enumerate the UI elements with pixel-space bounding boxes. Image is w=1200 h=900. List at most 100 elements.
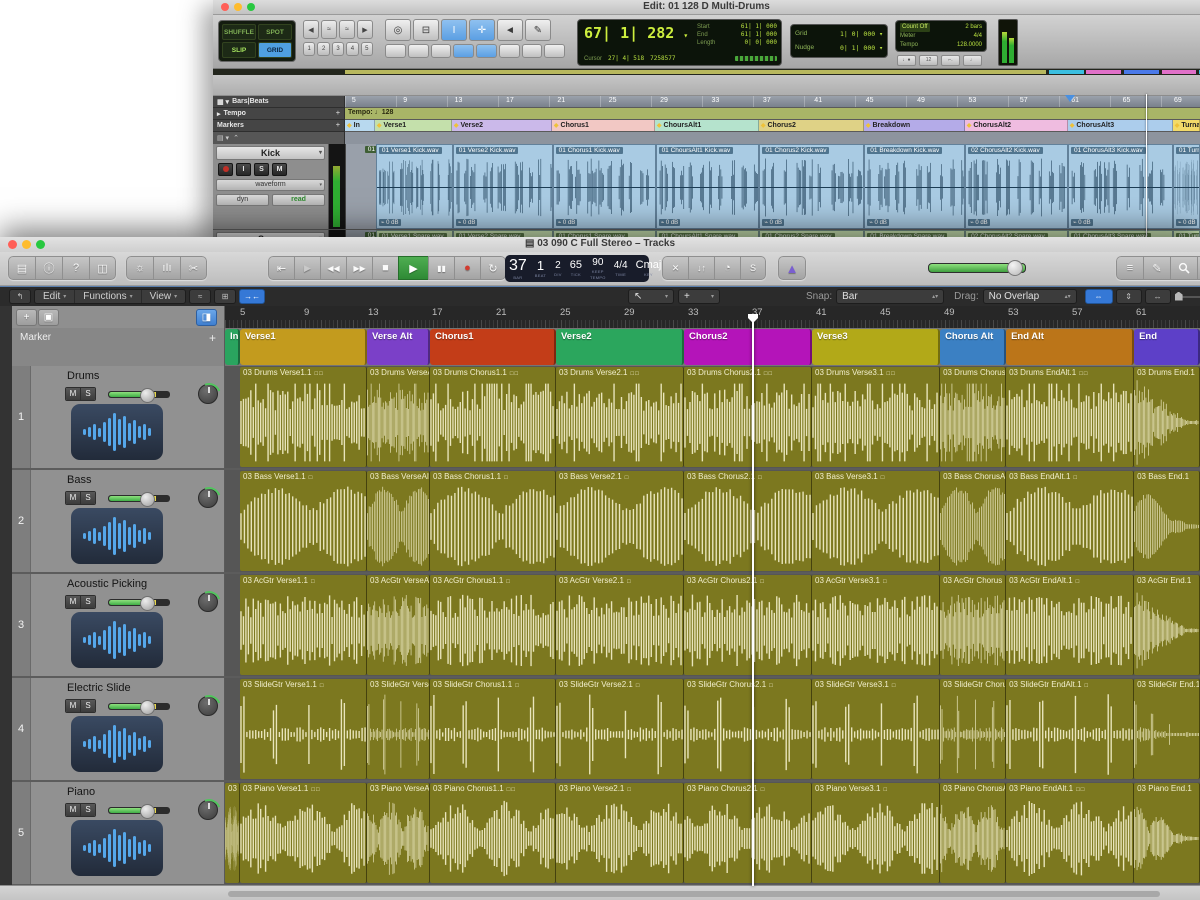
marker-end[interactable]: End (1134, 329, 1200, 365)
forward-button[interactable]: ▶▶ (346, 256, 372, 280)
audio-region[interactable]: 03 Drums End.1 (1134, 367, 1200, 467)
pause-button[interactable]: ▮▮ (428, 256, 454, 280)
pt-marker-chorus2[interactable]: ◆Chorus2 (759, 120, 864, 131)
track-header-acoustic-picking[interactable]: Acoustic PickingMS (31, 574, 225, 676)
lcd-display[interactable]: 37BAR 1BEAT 2DIV 65TICK 90KEEPTEMPO 4/4T… (505, 255, 649, 282)
solo-button[interactable]: S (81, 804, 95, 816)
edit-option-button-7[interactable] (522, 44, 543, 58)
vertical-auto-zoom-button[interactable]: ⇕ (1116, 289, 1142, 304)
audio-region[interactable]: 03 Bass EndAlt.1□ (1006, 471, 1134, 571)
clip-gain-chip[interactable]: ⌁ 0 dB (1071, 219, 1093, 226)
solo-button[interactable]: S (81, 596, 95, 608)
edit-menu[interactable]: Edit▾ (35, 290, 75, 303)
clip-gain-chip[interactable]: ⌁ 0 dB (762, 219, 784, 226)
audio-region[interactable]: 03 SlideGtr End.1 (1134, 679, 1200, 779)
marker-end-alt[interactable]: End Alt (1006, 329, 1134, 365)
mute-button[interactable]: M (66, 492, 81, 504)
editors-button[interactable]: ✂ (180, 256, 207, 280)
audio-region[interactable]: 03 Drums Verse1.1□□ (240, 367, 367, 467)
track-list-icon[interactable]: ▤ ▾ (217, 134, 229, 142)
add-tempo-icon[interactable]: + (336, 110, 340, 117)
pt-marker-verse2[interactable]: ◆Verse2 (452, 120, 552, 131)
volume-thumb[interactable] (140, 700, 155, 715)
audio-region[interactable]: 03 SlideGtr Verse2.1□ (556, 679, 684, 779)
view-menu[interactable]: View▾ (142, 290, 186, 303)
nudge-value[interactable]: 0| 1| 000 ▾ (840, 41, 883, 55)
solo-button[interactable]: S (81, 700, 95, 712)
record-enable-button[interactable] (218, 163, 233, 176)
flex-button[interactable]: ⊞ (214, 289, 236, 304)
click-toggle-button[interactable]: ✕ (662, 256, 688, 280)
edit-option-button-8[interactable] (544, 44, 565, 58)
solo-button[interactable]: S (740, 256, 766, 280)
universe-strip[interactable] (213, 69, 1200, 75)
smart-controls-button[interactable]: ☼ (126, 256, 153, 280)
volume-thumb[interactable] (140, 596, 155, 611)
play-button[interactable]: ▶ (398, 256, 428, 280)
track-volume-slider[interactable] (108, 599, 170, 606)
solo-button[interactable]: S (254, 163, 269, 176)
audio-region[interactable]: 01 ChorusAlt3 Kick.wav⌁ 0 dB (1068, 144, 1173, 229)
pencil-tool-button[interactable]: ✎ (525, 19, 551, 41)
audio-region[interactable]: 03 AcGtr End.1 (1134, 575, 1200, 675)
zoom-preset-3-button[interactable]: 3 (332, 42, 344, 56)
edit-option-button-6[interactable] (499, 44, 520, 58)
play-from-selection-button[interactable]: ▶ (294, 256, 320, 280)
tempo-event-chip[interactable]: Tempo: ♩128 (348, 109, 393, 116)
slip-mode-button[interactable]: SLIP (222, 42, 256, 58)
tempo-ruler[interactable]: Tempo: ♩128 (345, 108, 1200, 120)
automation-selector[interactable]: dyn (216, 194, 269, 206)
zoom-preset-4-button[interactable]: 4 (346, 42, 358, 56)
scrubber-tool-button[interactable]: ◄ (497, 19, 523, 41)
audio-region[interactable]: 01 Verse2 Snare.wav⌁ 0 dB (453, 230, 553, 237)
edit-option-button-2[interactable] (408, 44, 429, 58)
zoom-out-arrow-icon[interactable]: ◀ (303, 20, 319, 39)
pan-knob[interactable] (198, 592, 218, 612)
autopunch-button[interactable]: ↓↑ (688, 256, 714, 280)
audio-region[interactable]: 03 Piano ChorusA (940, 783, 1006, 883)
stop-button[interactable]: ■ (372, 256, 398, 280)
audio-region[interactable]: 03 Bass Chorus2.1□ (684, 471, 812, 571)
pt-marker-verse1[interactable]: ◆Verse1 (375, 120, 452, 131)
audio-region[interactable]: 01 ChoursAlt1 Snare.wav⌁ 0 dB (656, 230, 760, 237)
track-lane-piano[interactable]: 0303 Piano Verse1.1□□03 Piano VerseAlt03… (225, 782, 1200, 884)
count-in-button[interactable]: 12 (919, 55, 938, 66)
left-click-tool-menu[interactable]: ↖▾ (628, 289, 674, 304)
pt-track-lane-snare[interactable]: 0101 Verse1 Snare.wav⌁ 0 dB01 Verse2 Sna… (346, 230, 1200, 237)
grid-mode-button[interactable]: GRID (258, 42, 292, 58)
tempo-label[interactable]: Tempo (900, 41, 918, 50)
audio-region[interactable]: 03 Drums Verse3.1□□ (812, 367, 940, 467)
waveform-zoom-button[interactable]: ⇔ (1085, 289, 1113, 304)
edit-option-button-1[interactable] (385, 44, 406, 58)
audio-region[interactable]: 03 Piano End.1 (1134, 783, 1200, 883)
input-monitor-button[interactable]: I (236, 163, 251, 176)
mute-button[interactable]: M (272, 163, 287, 176)
track-name[interactable]: Kick▾ (216, 146, 325, 160)
automation-button[interactable]: ≈ (189, 289, 211, 304)
add-marker-icon[interactable]: + (336, 122, 340, 129)
audio-zoom-icon[interactable]: ≈ (321, 20, 337, 39)
audio-region[interactable]: 03 SlideGtr Verse1.1□ (240, 679, 367, 779)
audio-region[interactable]: 01 Breakdown Snare.wav⌁ 0 dB (864, 230, 965, 237)
selector-tool-button[interactable]: I (441, 19, 467, 41)
playhead[interactable] (752, 320, 754, 886)
track-lane-bass[interactable]: 03 Bass Verse1.1□03 Bass VerseAlt.03 Bas… (225, 470, 1200, 572)
track-lane-electric-slide[interactable]: 03 SlideGtr Verse1.1□03 SlideGtr Verse03… (225, 678, 1200, 780)
audio-region[interactable]: 03 AcGtr EndAlt.1□ (1006, 575, 1134, 675)
clip-gain-chip[interactable]: ⌁ 0 dB (1176, 219, 1198, 226)
track-volume-slider[interactable] (108, 495, 170, 502)
pt-marker-breakdown[interactable]: ◆Breakdown (864, 120, 965, 131)
metronome-button[interactable]: ♩● (897, 55, 916, 66)
track-header-options-button[interactable]: ◨ (196, 309, 217, 326)
ruler-view-icon[interactable]: ▦ ▾ (217, 98, 229, 106)
edit-option-button-3[interactable] (431, 44, 452, 58)
record-button[interactable]: ● (454, 256, 480, 280)
audio-region[interactable]: 03 Piano Verse2.1□ (556, 783, 684, 883)
audio-region[interactable]: 03 AcGtr Chorus (940, 575, 1006, 675)
marker-lane[interactable]: IntVerse1Verse AltChorus1Verse2Chorus2Ve… (225, 328, 1200, 366)
cycle-button[interactable]: ↻ (480, 256, 506, 280)
shuffle-mode-button[interactable]: SHUFFLE (222, 24, 256, 40)
track-volume-slider[interactable] (108, 807, 170, 814)
pan-knob[interactable] (198, 800, 218, 820)
merge-button[interactable]: ⌐. (941, 55, 960, 66)
